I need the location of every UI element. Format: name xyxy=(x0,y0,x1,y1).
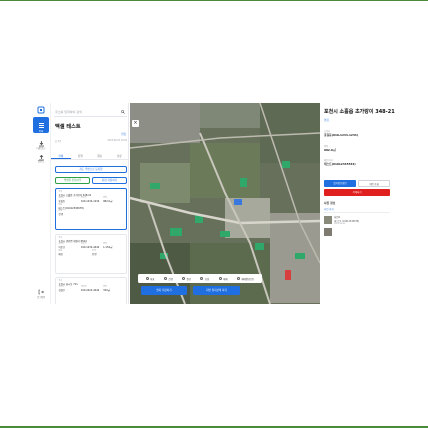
photo-item[interactable]: 사진1 테스트1 (01012345678) 2023.06.05 xyxy=(324,215,393,225)
legend-dot xyxy=(163,277,167,280)
legend-item[interactable]: 완료 xyxy=(182,277,191,281)
save-point-button[interactable]: 지점 저장하기 xyxy=(92,177,127,184)
map-close-icon[interactable]: × xyxy=(132,120,139,127)
card-grid: 소유자 연락처 면적 홍길동 010-1234-1234 982.0㎡ xyxy=(59,197,124,203)
detail-owner: 홍길동(010-1234-1234) xyxy=(324,133,359,137)
legend-label: 완료 xyxy=(186,277,192,281)
photo-thumbnail xyxy=(324,216,332,224)
project-count: 총 3건 xyxy=(55,140,62,143)
legend-label: 재매완료(분) xyxy=(241,277,255,281)
card-note: 메모 xyxy=(58,252,63,256)
select-parcel-button[interactable]: 지번 필지선택 하기 xyxy=(193,286,240,295)
legend-item[interactable]: 대표 xyxy=(145,277,155,281)
photo-thumbnail-2[interactable] xyxy=(324,228,332,236)
list-icon xyxy=(38,122,44,128)
map-legend: 대표 진행 완료 보류 재매 재매완료(분) xyxy=(138,274,262,283)
detail-note: 테스트(01012345534) xyxy=(324,162,356,166)
rail-list-label: 목록 xyxy=(38,130,44,133)
card-area: 320㎡ xyxy=(103,289,111,293)
satellite-map[interactable]: × 대표 진행 완료 보류 재매 재매완료(분) 필지 저장하기 지번 필지선택… xyxy=(130,103,320,304)
divider xyxy=(324,212,390,213)
tab-all[interactable]: 전체 xyxy=(51,151,71,159)
logout-label: 로그아웃 xyxy=(36,296,46,299)
legend-dot xyxy=(145,277,149,280)
window-frame-top xyxy=(0,0,428,1)
status-tabs: 전체 진행 완료 보류 xyxy=(51,151,129,160)
side-rail: 목록 다운로드 업로드 로그아웃 xyxy=(31,103,51,304)
card-phone: 010-2222-4444 xyxy=(80,289,100,293)
make-parcel-button[interactable]: 맥셀을 만들어주 xyxy=(55,177,90,184)
legend-label: 대표 xyxy=(150,277,155,281)
detail-edit-link[interactable]: 편집 xyxy=(324,118,329,122)
save-parcel-button[interactable]: 필지 저장하기 xyxy=(141,286,187,295)
photo-meta: 2023.06.05 xyxy=(334,223,346,225)
project-title: 맥셀 테스트 xyxy=(55,124,81,130)
tab-done[interactable]: 완료 xyxy=(90,151,110,159)
legend-item[interactable]: 진행 xyxy=(163,277,173,281)
card-area: 982.0㎡ xyxy=(103,200,113,204)
legend-dot xyxy=(236,277,240,280)
lot-search-button[interactable]: 지번 조회 xyxy=(358,180,390,187)
parcel-info-button[interactable]: 필지정보확인 xyxy=(324,180,356,187)
search-input[interactable]: 주소를 입력하여 검색 xyxy=(54,108,127,117)
card-grid: 소유자 연락처 면적 김철수 010-2222-4444 320㎡ xyxy=(59,286,124,292)
tab-hold[interactable]: 보류 xyxy=(110,151,129,159)
project-sub-info: 총 3건 2023.06.05 10:00 xyxy=(55,139,127,143)
legend-dot xyxy=(182,277,186,280)
rail-upload-label: 업로드 xyxy=(37,160,45,163)
legend-dot xyxy=(218,277,222,280)
card-grid-2: 메모 상태 메모 진행 xyxy=(59,250,124,256)
tab-progress[interactable]: 진행 xyxy=(71,151,91,159)
legend-label: 진행 xyxy=(168,277,173,281)
parcel-card[interactable]: 주소 포천시 관인면 냉정리 6524 소유자 연락처 면적 이순신 010-1… xyxy=(55,234,127,274)
app-window: 목록 다운로드 업로드 로그아웃 주소를 입력하여 검색 맥셀 테스트 편집 총… xyxy=(31,103,395,304)
add-photo-link[interactable]: 사진 추가 xyxy=(324,207,334,211)
add-nearby-button[interactable]: 지도 주변으로 등록함 xyxy=(55,166,127,173)
legend-item[interactable]: 보류 xyxy=(200,277,209,281)
card-status: 진행 xyxy=(58,212,63,216)
detail-area: 982.0㎡ xyxy=(324,148,336,152)
search-icon[interactable] xyxy=(121,110,125,114)
list-panel: 주소를 입력하여 검색 맥셀 테스트 편집 총 3건 2023.06.05 10… xyxy=(51,103,129,304)
card-phone: 010-1234-1234 xyxy=(80,200,100,204)
detail-title: 포천시 소흘읍 초가랑이 348-21 xyxy=(324,109,395,115)
delete-button[interactable]: 삭제하기 xyxy=(324,189,390,196)
parcel-card[interactable]: 주소 포천시 소흘읍 초가랑이 348-21 소유자 연락처 면적 홍길동 01… xyxy=(55,188,127,230)
project-date: 2023.06.05 10:00 xyxy=(107,139,127,142)
app-logo-icon xyxy=(37,106,45,114)
legend-label: 보류 xyxy=(204,277,210,281)
parcel-card[interactable]: 주소 포천시 화시동 711 소유자 연락처 면적 김철수 010-2222-4… xyxy=(55,277,127,304)
logout-button[interactable]: 로그아웃 xyxy=(34,289,48,299)
legend-item[interactable]: 재매 xyxy=(218,277,228,281)
legend-item[interactable]: 재매완료(분) xyxy=(236,277,255,281)
legend-dot xyxy=(200,277,204,280)
card-owner: 김철수 xyxy=(58,289,66,293)
card-status: 진행 xyxy=(92,252,97,256)
logout-icon xyxy=(38,289,44,295)
legend-label: 재매 xyxy=(223,277,228,281)
photo-info: 사진1 테스트1 (01012345678) 2023.06.05 xyxy=(334,215,359,225)
edit-link[interactable]: 편집 xyxy=(121,132,126,136)
detail-panel: 포천시 소흘읍 초가랑이 348-21 편집 소유자 홍길동(010-1234-… xyxy=(320,103,395,304)
photo-section-title: 사진 정보 xyxy=(324,201,336,205)
search-placeholder: 주소를 입력하여 검색 xyxy=(55,110,82,114)
